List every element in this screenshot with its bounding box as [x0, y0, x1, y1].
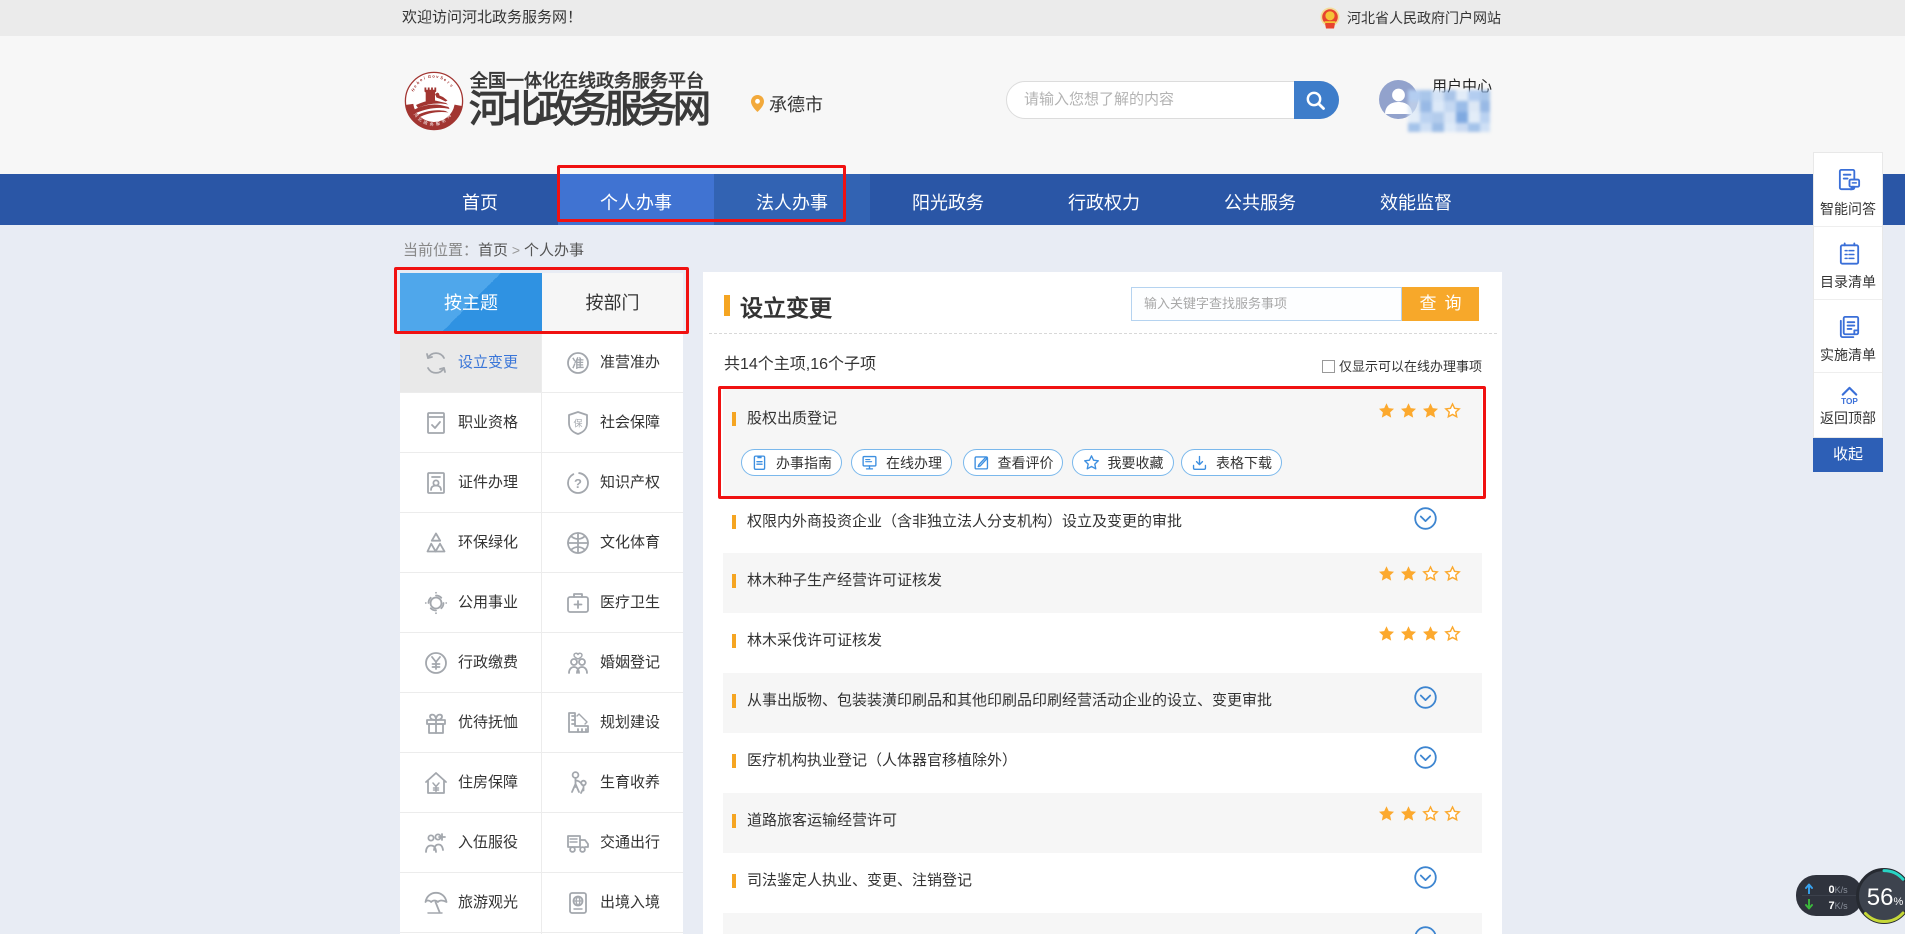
- svg-text:G: G: [428, 74, 432, 79]
- svg-text:准: 准: [572, 356, 584, 371]
- svg-text:TOP: TOP: [1841, 397, 1858, 406]
- svg-text:保: 保: [573, 418, 582, 429]
- svg-text:?: ?: [574, 476, 582, 491]
